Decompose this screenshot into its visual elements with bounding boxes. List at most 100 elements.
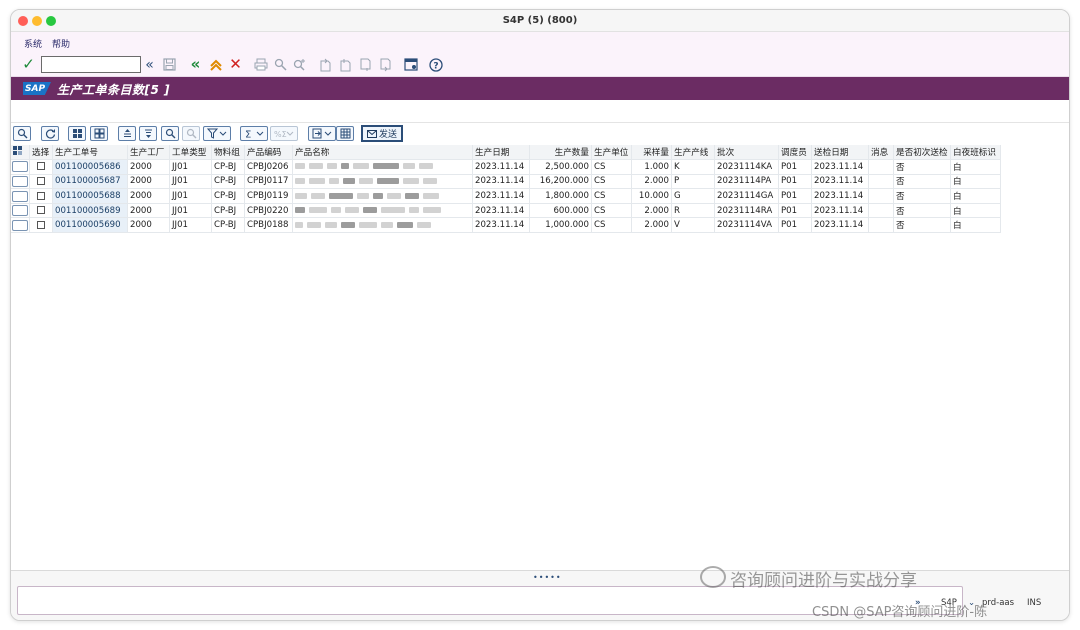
plant-cell: 2000 bbox=[127, 203, 170, 219]
command-field[interactable] bbox=[41, 56, 141, 73]
batch-cell: 20231114RA bbox=[714, 203, 779, 219]
select-checkbox-cell[interactable] bbox=[29, 217, 53, 234]
select-checkbox-cell[interactable] bbox=[29, 203, 53, 219]
menu-bar: 系统 帮助 bbox=[11, 32, 1069, 53]
column-header[interactable]: 消息 bbox=[868, 145, 894, 161]
subtotal-dropdown-icon[interactable]: %Σ bbox=[270, 126, 298, 141]
find-next-in-list-icon[interactable] bbox=[182, 126, 200, 141]
first-page-icon[interactable] bbox=[317, 56, 334, 73]
order-type-cell: JJ01 bbox=[169, 174, 212, 190]
column-header[interactable]: 白夜班标识 bbox=[950, 145, 1001, 161]
production-date-cell: 2023.11.14 bbox=[472, 188, 530, 204]
order-type-cell: JJ01 bbox=[169, 203, 212, 219]
production-line-cell: P bbox=[671, 174, 715, 190]
command-history-icon[interactable]: « bbox=[141, 56, 158, 73]
select-checkbox[interactable] bbox=[37, 191, 45, 200]
row-selector[interactable] bbox=[11, 159, 30, 175]
column-header[interactable]: 物料组 bbox=[211, 145, 245, 161]
cancel-icon[interactable]: ✕ bbox=[227, 56, 244, 73]
table-row[interactable]: 001100005689 2000 JJ01 CP-BJ CPBJ0220 20… bbox=[11, 203, 1001, 219]
product-code-cell: CPBJ0119 bbox=[244, 188, 293, 204]
batch-cell: 20231114PA bbox=[714, 174, 779, 190]
product-name-cell-redacted bbox=[292, 159, 473, 175]
previous-page-icon[interactable] bbox=[337, 56, 354, 73]
next-page-icon[interactable] bbox=[357, 56, 374, 73]
row-selector[interactable] bbox=[11, 217, 30, 234]
row-selector[interactable] bbox=[11, 188, 30, 204]
exit-icon[interactable] bbox=[207, 56, 224, 73]
find-next-icon[interactable] bbox=[291, 56, 308, 73]
column-header[interactable]: 选择 bbox=[29, 145, 53, 161]
select-checkbox[interactable] bbox=[37, 220, 45, 229]
order-number-cell[interactable]: 001100005687 bbox=[52, 174, 128, 190]
total-sum-dropdown-icon[interactable]: Σ bbox=[240, 126, 268, 141]
layout-grid-icon[interactable] bbox=[336, 126, 354, 141]
sort-ascending-icon[interactable] bbox=[118, 126, 136, 141]
product-code-cell: CPBJ0117 bbox=[244, 174, 293, 190]
column-header[interactable]: 生产产线 bbox=[671, 145, 715, 161]
column-header[interactable]: 生产工厂 bbox=[127, 145, 170, 161]
export-dropdown-icon[interactable] bbox=[308, 126, 336, 141]
watermark-author: CSDN @SAP咨询顾问进阶-陈 bbox=[812, 605, 988, 620]
order-number-cell[interactable]: 001100005686 bbox=[52, 159, 128, 175]
help-icon[interactable]: ? bbox=[427, 56, 444, 73]
find-in-list-icon[interactable] bbox=[161, 126, 179, 141]
column-header[interactable]: 是否初次送检 bbox=[893, 145, 951, 161]
inspection-date-cell: 2023.11.14 bbox=[811, 217, 869, 234]
table-row[interactable]: 001100005688 2000 JJ01 CP-BJ CPBJ0119 20… bbox=[11, 188, 1001, 204]
column-header[interactable]: 生产数量 bbox=[529, 145, 592, 161]
column-header[interactable]: 调度员 bbox=[778, 145, 812, 161]
row-selector[interactable] bbox=[11, 174, 30, 190]
column-header[interactable]: 批次 bbox=[714, 145, 779, 161]
order-number-cell[interactable]: 001100005688 bbox=[52, 188, 128, 204]
unit-cell: CS bbox=[591, 217, 632, 234]
row-selector[interactable] bbox=[11, 203, 30, 219]
column-header[interactable]: 产品编码 bbox=[244, 145, 293, 161]
column-header[interactable]: 生产单位 bbox=[591, 145, 632, 161]
plant-cell: 2000 bbox=[127, 174, 170, 190]
production-date-cell: 2023.11.14 bbox=[472, 203, 530, 219]
select-all-icon[interactable] bbox=[68, 126, 86, 141]
column-header[interactable]: 送检日期 bbox=[811, 145, 869, 161]
refresh-icon[interactable] bbox=[41, 126, 59, 141]
select-checkbox[interactable] bbox=[37, 176, 45, 185]
select-checkbox-cell[interactable] bbox=[29, 188, 53, 204]
resize-grip-icon[interactable]: ••••• bbox=[533, 573, 562, 582]
order-number-cell[interactable]: 001100005690 bbox=[52, 217, 128, 234]
details-icon[interactable] bbox=[13, 126, 31, 141]
column-header[interactable]: 产品名称 bbox=[292, 145, 473, 161]
deselect-all-icon[interactable] bbox=[90, 126, 108, 141]
menu-help[interactable]: 帮助 bbox=[52, 37, 70, 50]
select-checkbox[interactable] bbox=[37, 162, 45, 171]
column-layout-icon[interactable] bbox=[11, 145, 30, 161]
select-checkbox[interactable] bbox=[37, 206, 45, 215]
select-checkbox-cell[interactable] bbox=[29, 159, 53, 175]
create-session-icon[interactable] bbox=[402, 56, 419, 73]
batch-cell: 20231114GA bbox=[714, 188, 779, 204]
save-icon[interactable] bbox=[161, 56, 178, 73]
enter-check-icon[interactable]: ✓ bbox=[20, 56, 37, 73]
column-header[interactable]: 生产日期 bbox=[472, 145, 530, 161]
column-header[interactable]: 采样量 bbox=[631, 145, 672, 161]
filter-dropdown-icon[interactable] bbox=[203, 126, 231, 141]
first-inspection-cell: 否 bbox=[893, 217, 951, 234]
table-row[interactable]: 001100005690 2000 JJ01 CP-BJ CPBJ0188 20… bbox=[11, 217, 1001, 234]
sort-descending-icon[interactable] bbox=[139, 126, 157, 141]
back-icon[interactable]: « bbox=[187, 56, 204, 73]
select-checkbox-cell[interactable] bbox=[29, 174, 53, 190]
send-button[interactable]: 发送 bbox=[361, 125, 403, 142]
column-header[interactable]: 工单类型 bbox=[169, 145, 212, 161]
dispatcher-cell: P01 bbox=[778, 203, 812, 219]
last-page-icon[interactable] bbox=[377, 56, 394, 73]
input-mode[interactable]: INS bbox=[1027, 598, 1041, 608]
plant-cell: 2000 bbox=[127, 217, 170, 234]
order-number-cell[interactable]: 001100005689 bbox=[52, 203, 128, 219]
column-header[interactable]: 生产工单号 bbox=[52, 145, 128, 161]
find-icon[interactable] bbox=[272, 56, 289, 73]
quantity-cell: 2,500.000 bbox=[529, 159, 592, 175]
table-row[interactable]: 001100005686 2000 JJ01 CP-BJ CPBJ0206 20… bbox=[11, 159, 1001, 175]
dispatcher-cell: P01 bbox=[778, 188, 812, 204]
menu-system[interactable]: 系统 bbox=[24, 37, 42, 50]
print-icon[interactable] bbox=[252, 56, 269, 73]
table-row[interactable]: 001100005687 2000 JJ01 CP-BJ CPBJ0117 20… bbox=[11, 174, 1001, 190]
